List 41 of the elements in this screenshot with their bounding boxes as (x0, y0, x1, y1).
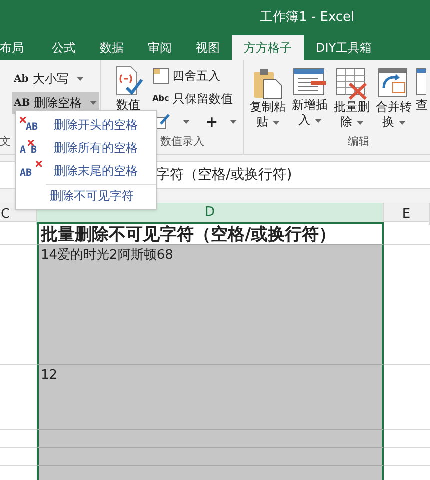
group-label: 数值录入 (160, 134, 205, 150)
table-cell: 14爱的时光2阿斯顿68 (37, 245, 384, 365)
menu-item[interactable]: AB 删除开头的空格 (16, 113, 156, 136)
caret-icon (314, 118, 322, 122)
plus-button[interactable]: + (206, 114, 218, 130)
grid-delete-icon (336, 68, 368, 100)
clipboard-icon (252, 68, 284, 100)
grid-arrows-icon (378, 68, 410, 100)
caret-icon (182, 120, 190, 124)
ribbon-tab[interactable]: 布局 (0, 35, 24, 60)
ribbon-button[interactable]: 复制粘 贴 (248, 68, 288, 130)
window-insert-icon (293, 68, 327, 98)
ribbon-button[interactable]: 查 (416, 68, 430, 130)
ribbon-tab[interactable]: 审阅 (136, 35, 184, 60)
menu-item[interactable]: AB 删除所有的空格 (16, 136, 156, 160)
caret-icon (230, 120, 238, 124)
table-cell: 12 (37, 365, 384, 430)
ribbon-button[interactable]: 四舍五入 (152, 66, 238, 86)
caret-icon (356, 120, 364, 124)
group-label: 文 (0, 134, 11, 150)
ribbon-button[interactable]: Abc 只保留数值 (152, 89, 238, 109)
ribbon-tab[interactable]: DIY工具箱 (304, 35, 384, 60)
percent-grid-icon (152, 68, 169, 84)
ribbon-tab[interactable]: 方方格子 (232, 35, 304, 60)
ribbon-tab[interactable]: 公式 (40, 35, 88, 60)
ribbon-button[interactable]: Ab 大小写 (12, 68, 86, 90)
ribbon-button[interactable]: 批量删 除 (332, 68, 372, 130)
caret-icon (272, 120, 280, 124)
table-cell: 批量删除不可见字符（空格/或换行符） (37, 222, 384, 245)
document-check-icon (114, 66, 143, 96)
ribbon-button[interactable]: 新增插 入 (290, 68, 330, 130)
menu-item[interactable]: AB 删除末尾的空格 (16, 159, 156, 183)
ribbon-button[interactable]: 合并转 换 (374, 68, 414, 130)
ribbon-tab[interactable]: 视图 (184, 35, 232, 60)
grid-icon (416, 68, 426, 98)
ribbon-tab[interactable]: 数据 (88, 35, 136, 60)
window-title: 工作簿1 - Excel (260, 8, 355, 27)
group-label: 编辑 (348, 134, 370, 150)
caret-icon (76, 77, 84, 81)
caret-icon (90, 101, 98, 105)
caret-icon (398, 120, 406, 124)
